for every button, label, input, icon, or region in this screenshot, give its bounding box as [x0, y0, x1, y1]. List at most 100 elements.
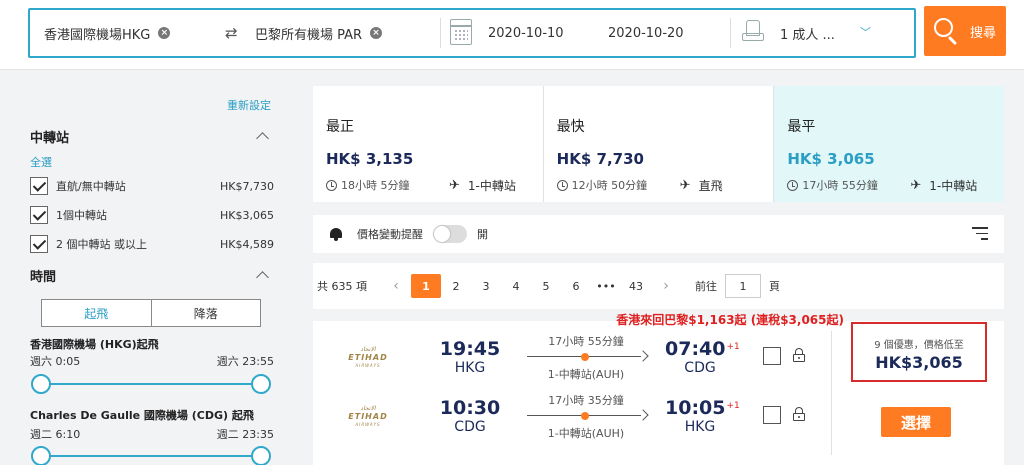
sort-duration-text: 17小時 55分鐘 — [802, 179, 878, 192]
arrival-time: 07:40 — [665, 338, 726, 360]
arrival-info: 10:05+1 HKG — [665, 397, 740, 435]
page-ellipsis[interactable]: ••• — [591, 274, 621, 298]
sort-lines-icon[interactable] — [972, 227, 988, 241]
next-page-icon[interactable]: › — [651, 274, 681, 298]
clock-icon — [787, 179, 799, 191]
airline-logo: الاتحاد ETIHAD AIRWAYS — [348, 346, 388, 368]
tab-arrival[interactable]: 降落 — [151, 300, 260, 326]
leg-checkbox[interactable] — [763, 347, 781, 365]
checkbox[interactable] — [30, 235, 48, 253]
swap-icon[interactable]: ⇄ — [225, 24, 238, 42]
page-button[interactable]: 6 — [561, 274, 591, 298]
search-button[interactable]: 搜尋 — [924, 6, 1006, 56]
deal-price: HK$3,065 — [875, 353, 963, 372]
time-slider-track[interactable] — [41, 383, 261, 385]
chevron-up-icon[interactable] — [256, 271, 269, 284]
slider-max-handle[interactable] — [251, 446, 271, 465]
chevron-up-icon[interactable] — [256, 132, 269, 145]
stop-filter-label: 1個中轉站 — [56, 209, 107, 222]
leg-checkbox[interactable] — [763, 406, 781, 424]
tab-departure[interactable]: 起飛 — [42, 300, 152, 326]
slider-max-handle[interactable] — [251, 374, 271, 394]
calendar-icon[interactable] — [450, 19, 472, 45]
outbound-leg: الاتحاد ETIHAD AIRWAYS 19:45 HKG 17小時 55… — [313, 333, 831, 383]
price-alert-bar: 價格變動提醒 開 — [313, 215, 1004, 253]
sort-title: 最正 — [326, 119, 354, 135]
bell-icon — [329, 227, 343, 241]
slider-min-handle[interactable] — [31, 374, 51, 394]
sort-stops-text: 1-中轉站 — [929, 179, 978, 193]
reset-link[interactable]: 重新設定 — [227, 97, 271, 113]
arrival-time: 10:05 — [665, 397, 726, 419]
time-tabs: 起飛 降落 — [41, 299, 261, 327]
sort-option-fastest[interactable]: 最快 HK$ 7,730 12小時 50分鐘 ✈ 直飛 — [544, 86, 775, 202]
departure-info: 10:30 CDG — [435, 397, 505, 435]
leg-stops: 1-中轉站(AUH) — [547, 368, 625, 381]
toggle-label: 開 — [477, 228, 488, 241]
divider — [831, 331, 832, 455]
divider — [730, 18, 731, 48]
clear-origin-icon[interactable]: × — [158, 27, 171, 39]
sort-duration-text: 12小時 50分鐘 — [571, 179, 648, 192]
select-flight-button[interactable]: 選擇 — [881, 407, 951, 437]
stop-filter-row[interactable]: 直航/無中轉站 HK$7,730 — [30, 176, 274, 196]
leg-stops: 1-中轉站(AUH) — [547, 427, 625, 440]
page-button[interactable]: 5 — [531, 274, 561, 298]
sort-title: 最平 — [787, 119, 816, 135]
price-alert-toggle[interactable] — [433, 225, 467, 243]
departure-time: 19:45 — [439, 338, 501, 360]
passengers-field[interactable]: 1 成人 ... — [780, 10, 835, 56]
sort-stops: ✈ 直飛 — [680, 177, 723, 194]
destination-field[interactable]: 巴黎所有機場 PAR × — [255, 10, 383, 56]
page-button[interactable]: 1 — [411, 274, 441, 298]
sort-stops: ✈ 1-中轉站 — [449, 177, 516, 194]
origin-field[interactable]: 香港國際機場HKG × — [44, 10, 171, 56]
stop-dot — [581, 353, 589, 361]
departure-info: 19:45 HKG — [435, 338, 505, 376]
goto-prefix: 前往 — [695, 280, 717, 293]
sort-option-cheapest[interactable]: 最平 HK$ 3,065 17小時 55分鐘 ✈ 1-中轉站 — [774, 86, 1005, 202]
promo-text: 香港來回巴黎$1,163起 (連稅$3,065起) — [616, 313, 844, 327]
top-search-bar: 香港國際機場HKG × ⇄ 巴黎所有機場 PAR × 2020-10-10 20… — [0, 0, 1024, 70]
time-min-label: 週六 0:05 — [30, 355, 81, 368]
sort-duration: 17小時 55分鐘 — [787, 177, 878, 193]
sort-price: HK$ 7,730 — [556, 150, 644, 168]
time-section-title: 時間 — [30, 270, 57, 285]
checkbox[interactable] — [30, 206, 48, 224]
time-slider-track[interactable] — [41, 455, 261, 457]
clear-destination-icon[interactable]: × — [370, 27, 383, 39]
return-leg: الاتحاد ETIHAD AIRWAYS 10:30 CDG 17小時 35… — [313, 392, 831, 442]
time-min-label: 週二 6:10 — [30, 428, 81, 441]
sort-panel: 最正 HK$ 3,135 18小時 5分鐘 ✈ 1-中轉站 最快 HK$ 7,73… — [313, 86, 1005, 202]
clock-icon — [326, 179, 337, 191]
sort-duration: 18小時 5分鐘 — [326, 177, 410, 193]
leg-summary: 17小時 55分鐘 1-中轉站(AUH) — [523, 333, 649, 382]
goto-suffix: 頁 — [769, 280, 780, 293]
select-all-link[interactable]: 全選 — [30, 154, 52, 170]
arrival-info: 07:40+1 CDG — [665, 338, 740, 376]
return-date-field[interactable]: 2020-10-20 — [608, 10, 684, 56]
plane-icon: ✈ — [679, 178, 691, 193]
sort-stops-text: 1-中轉站 — [467, 179, 516, 193]
slider-min-handle[interactable] — [31, 446, 51, 465]
prev-page-icon[interactable]: ‹ — [381, 274, 411, 298]
destination-value: 巴黎所有機場 PAR — [255, 27, 363, 43]
return-date-value: 2020-10-20 — [608, 25, 684, 41]
sort-option-best[interactable]: 最正 HK$ 3,135 18小時 5分鐘 ✈ 1-中轉站 — [313, 86, 544, 202]
chevron-down-icon[interactable]: ﹀ — [860, 24, 871, 40]
page-button[interactable]: 43 — [621, 274, 651, 298]
page-button[interactable]: 2 — [441, 274, 471, 298]
checkbox[interactable] — [30, 177, 48, 195]
time-max-label: 週二 23:35 — [216, 428, 274, 441]
goto-page-input[interactable]: 1 — [725, 274, 761, 298]
page-button[interactable]: 4 — [501, 274, 531, 298]
leg-duration: 17小時 55分鐘 — [548, 335, 624, 348]
depart-date-field[interactable]: 2020-10-10 — [488, 10, 564, 56]
stop-filter-row[interactable]: 1個中轉站 HK$3,065 — [30, 205, 274, 225]
stop-filter-row[interactable]: 2 個中轉站 或以上 HK$4,589 — [30, 234, 274, 254]
stops-section-title: 中轉站 — [30, 131, 70, 146]
filter-sidebar: 重新設定 中轉站 全選 直航/無中轉站 HK$7,730 1個中轉站 HK$3,… — [0, 80, 292, 465]
page-button[interactable]: 3 — [471, 274, 501, 298]
departure-airport-title: Charles De Gaulle 國際機場 (CDG) 起飛 — [30, 409, 254, 422]
stop-filter-price: HK$7,730 — [220, 179, 274, 193]
